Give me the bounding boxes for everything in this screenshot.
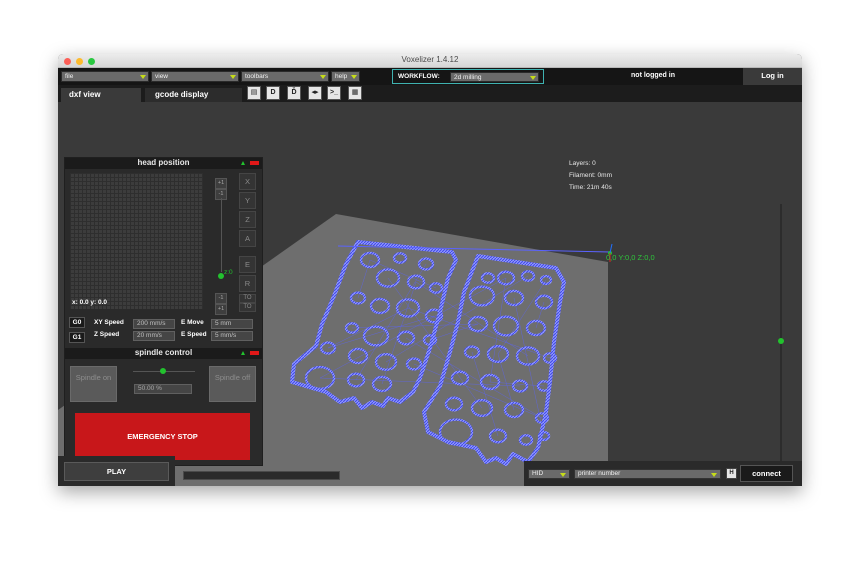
window-title: Voxelizer 1.4.12 (401, 55, 459, 64)
view-menu[interactable]: view (151, 71, 239, 82)
e-speed-label: E Speed (181, 331, 207, 338)
connection-mode-dropdown[interactable]: HID (528, 469, 570, 479)
d-outline-icon[interactable]: Ď (287, 86, 301, 100)
xy-speed-input[interactable]: 200 mm/s (133, 319, 175, 329)
chevron-down-icon (560, 472, 566, 477)
head-coordinates: 0,0 Y:0,0 Z:0,0 (606, 253, 655, 262)
collapse-icon[interactable] (241, 161, 245, 165)
file-menu-label: file (65, 73, 74, 80)
app-window: Voxelizer 1.4.12 file view toolbars help… (58, 54, 802, 486)
axis-z-button[interactable]: Z (239, 211, 256, 228)
save-icon[interactable]: ▤ (247, 86, 261, 100)
z-value-label: z:0 (224, 269, 233, 276)
z-slider-track[interactable] (221, 198, 222, 272)
chevron-down-icon (711, 472, 717, 477)
xy-speed-label: XY Speed (94, 319, 124, 326)
collapse-icon[interactable] (241, 351, 245, 355)
spindle-slider-knob[interactable] (160, 368, 166, 374)
view-tabs: dxf view gcode display ▤ D Ď ◂▸ >_ ▦ (58, 85, 802, 102)
toolbars-menu-label: toolbars (245, 73, 269, 80)
head-position-title: head position (137, 158, 190, 167)
xy-readout: x: 0.0 y: 0.0 (72, 299, 108, 306)
workflow-label: WORKFLOW: (398, 73, 440, 80)
save-connection-icon[interactable]: H (726, 468, 737, 479)
close-panel-icon[interactable] (250, 161, 259, 165)
spindle-on-button[interactable]: Spindle on (70, 366, 117, 402)
d-icon[interactable]: D (266, 86, 280, 100)
xy-jog-grid[interactable] (70, 173, 203, 309)
chevron-down-icon (140, 75, 146, 79)
axis-a-button[interactable]: A (239, 230, 256, 247)
connection-mode-value: HID (532, 470, 544, 477)
chevron-down-icon (351, 75, 357, 79)
e-speed-input[interactable]: 5 mm/s (211, 331, 253, 341)
z-speed-input[interactable]: 20 mm/s (133, 331, 175, 341)
grid-icon[interactable]: ▦ (348, 86, 362, 100)
filament-stat: Filament: 0mm (569, 172, 612, 179)
chevron-down-icon (530, 76, 536, 80)
spindle-off-button[interactable]: Spindle off (209, 366, 256, 402)
z-speed-label: Z Speed (94, 331, 120, 338)
e-move-label: E Move (181, 319, 204, 326)
layers-stat: Layers: 0 (569, 160, 596, 167)
file-menu[interactable]: file (61, 71, 149, 82)
3d-viewport[interactable]: 0,0 Y:0,0 Z:0,0 Layers: 0 Filament: 0mm … (58, 102, 802, 486)
close-panel-icon[interactable] (250, 351, 259, 355)
axis-r-button[interactable]: R (239, 275, 256, 292)
workflow-dropdown[interactable]: 2d milling (450, 72, 539, 82)
toggle-icon[interactable]: ◂▸ (308, 86, 322, 100)
spindle-control-title: spindle control (134, 348, 193, 357)
g1-button[interactable]: G1 (69, 332, 85, 343)
tab-gcode-display[interactable]: gcode display (145, 88, 242, 102)
help-menu-label: help (335, 73, 348, 80)
to-button[interactable]: TO (239, 294, 256, 303)
menu-bar: file view toolbars help WORKFLOW: 2d mil… (58, 68, 802, 85)
g0-button[interactable]: G0 (69, 317, 85, 328)
connect-button[interactable]: connect (740, 465, 793, 482)
axis-x-button[interactable]: X (239, 173, 256, 190)
z-step-down-small-button[interactable]: +1 (215, 304, 227, 315)
workflow-value: 2d milling (454, 74, 482, 81)
play-bar: PLAY (58, 456, 175, 486)
printer-number-value: printer number (578, 470, 621, 477)
emergency-stop-button[interactable]: EMERGENCY STOP (75, 413, 250, 460)
chevron-down-icon (230, 75, 236, 79)
connection-bar: HID printer number H connect (524, 461, 802, 486)
title-bar: Voxelizer 1.4.12 (58, 54, 802, 68)
chevron-down-icon (320, 75, 326, 79)
e-move-input[interactable]: 5 mm (211, 319, 253, 329)
help-menu[interactable]: help (331, 71, 360, 82)
tab-dxf-view[interactable]: dxf view (61, 88, 141, 102)
layer-slider-knob[interactable] (778, 338, 784, 344)
terminal-icon[interactable]: >_ (327, 86, 341, 100)
control-panel: head position x: 0.0 y: 0.0 +1 -1 z:0 -1… (64, 157, 263, 466)
play-button[interactable]: PLAY (64, 462, 169, 481)
printer-number-dropdown[interactable]: printer number (574, 469, 721, 479)
workflow-selector: WORKFLOW: 2d milling (392, 69, 544, 84)
to-button-2[interactable]: TO (239, 303, 256, 312)
axis-e-button[interactable]: E (239, 256, 256, 273)
job-progress-bar (183, 471, 340, 480)
spindle-control-header: spindle control (65, 348, 262, 359)
axis-y-button[interactable]: Y (239, 192, 256, 209)
spindle-percent-input[interactable]: 50.00 % (134, 384, 192, 394)
z-step-down-button[interactable]: -1 (215, 293, 227, 304)
login-status: not logged in (631, 72, 675, 79)
login-button[interactable]: Log in (743, 68, 802, 85)
print-stats: Layers: 0 Filament: 0mm Time: 21m 40s (569, 158, 612, 194)
head-position-header: head position (65, 158, 262, 169)
view-menu-label: view (155, 73, 169, 80)
toolbars-menu[interactable]: toolbars (241, 71, 329, 82)
time-stat: Time: 21m 40s (569, 184, 612, 191)
z-step-up-button[interactable]: +1 (215, 178, 227, 189)
